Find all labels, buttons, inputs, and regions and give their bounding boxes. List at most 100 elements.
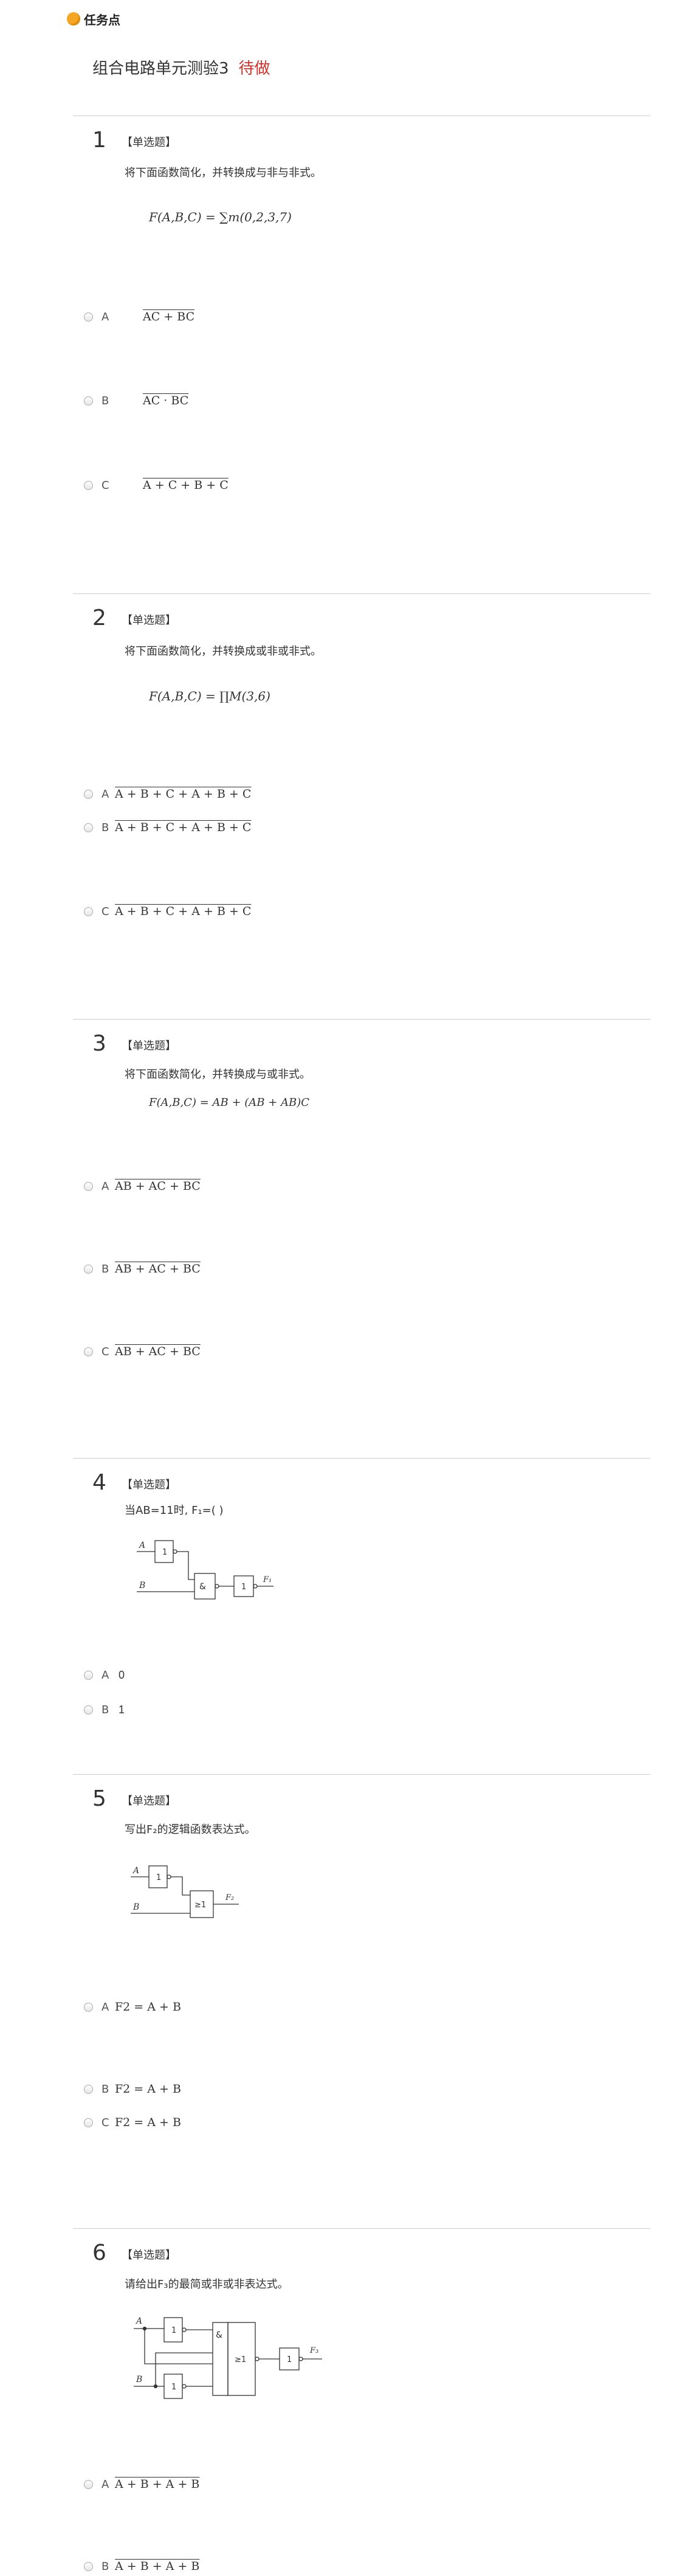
radio-button[interactable] <box>84 396 93 406</box>
option-a[interactable]: A A + B + A + B <box>84 2478 199 2491</box>
question-formula: F(A,B,C) = AB + (AB + AB)C <box>149 1096 309 1109</box>
circuit-label-a: A <box>138 1541 145 1550</box>
circuit-label-a: A <box>132 1866 139 1876</box>
option-c[interactable]: C A + C + B + C <box>84 478 229 492</box>
question-type: 【单选题】 <box>122 136 176 149</box>
test-title: 组合电路单元测验3 待做 <box>92 56 270 78</box>
question-number: 6 <box>92 2240 106 2265</box>
radio-button[interactable] <box>84 1347 93 1356</box>
logic-circuit-diagram: A B 1 1 & ≥1 1 F₃ <box>134 2316 322 2399</box>
question-number: 3 <box>92 1031 106 1056</box>
gate-label: 1 <box>241 1583 246 1592</box>
option-letter: B <box>101 821 109 834</box>
radio-button[interactable] <box>84 2561 93 2571</box>
option-value: A + B + A + B <box>115 2560 200 2573</box>
question-text: 写出F₂的逻辑函数表达式。 <box>125 1823 256 1836</box>
question-text: 将下面函数简化，并转换成或非或非式。 <box>125 645 321 658</box>
option-letter: B <box>101 1262 109 1276</box>
formula-text: F(A,B,C) = ∏M(3,6) <box>149 689 270 703</box>
option-c[interactable]: C AB + AC + BC <box>84 1345 201 1358</box>
option-letter: C <box>101 905 109 918</box>
radio-button[interactable] <box>84 789 93 799</box>
circuit-label-b: B <box>139 1581 145 1590</box>
option-value: AC + BC <box>143 310 195 323</box>
circuit-label-b: B <box>136 2375 142 2384</box>
formula-text: F(A,B,C) = AB + (AB + AB)C <box>149 1096 310 1109</box>
radio-button[interactable] <box>84 480 93 490</box>
radio-button[interactable] <box>84 1705 93 1714</box>
option-letter: A <box>101 310 109 323</box>
option-letter: C <box>101 2116 109 2129</box>
question-formula: F(A,B,C) = ∑m(0,2,3,7) <box>149 210 292 224</box>
option-letter: B <box>101 394 109 407</box>
gate-label: & <box>216 2330 222 2340</box>
question-formula: F(A,B,C) = ∏M(3,6) <box>149 689 270 703</box>
option-letter: A <box>101 1669 109 1682</box>
question-text: 将下面函数简化，并转换成与非与非式。 <box>125 167 321 179</box>
radio-button[interactable] <box>84 2118 93 2127</box>
radio-button[interactable] <box>84 2479 93 2489</box>
question-type: 【单选题】 <box>122 2249 176 2262</box>
option-letter: A <box>101 2478 109 2491</box>
option-b[interactable]: B F2 = A + B <box>84 2082 181 2096</box>
option-value: F2 = A + B <box>115 2000 181 2014</box>
option-a[interactable]: A AB + AC + BC <box>84 1179 201 1193</box>
radio-button[interactable] <box>84 906 93 916</box>
task-point-icon <box>67 12 80 26</box>
circuit-output-label: F₃ <box>309 2346 318 2355</box>
logic-circuit-diagram: A B 1 ≥1 F₂ <box>131 1865 239 1918</box>
option-a[interactable]: A 0 <box>84 1669 125 1682</box>
gate-label: ≥1 <box>194 1901 206 1910</box>
gate-label: 1 <box>287 2355 292 2364</box>
task-point-header: 任务点 <box>67 10 120 28</box>
option-b[interactable]: B 1 <box>84 1704 125 1716</box>
test-name: 组合电路单元测验3 <box>92 60 229 78</box>
question-text: 当AB=11时, F₁=( ) <box>125 1504 224 1517</box>
circuit-output-label: F₂ <box>225 1893 234 1902</box>
gate-label: & <box>199 1582 206 1592</box>
circuit-label-a: A <box>135 2316 142 2326</box>
gate-label: 1 <box>171 2326 176 2335</box>
option-a[interactable]: A AC + BC <box>84 310 194 323</box>
option-c[interactable]: C A + B + C + A + B + C <box>84 905 251 918</box>
question-text: 将下面函数简化，并转换成与或非式。 <box>125 1068 311 1081</box>
radio-button[interactable] <box>84 1181 93 1191</box>
option-a[interactable]: A F2 = A + B <box>84 2000 181 2014</box>
circuit-label-b: B <box>132 1902 139 1912</box>
question-type: 【单选题】 <box>122 1040 176 1052</box>
option-value: A + B + C + A + B + C <box>115 905 252 918</box>
question-text: 请给出F₃的最简或非或非表达式。 <box>125 2278 289 2291</box>
gate-label: ≥1 <box>235 2355 246 2364</box>
task-point-label: 任务点 <box>84 12 120 27</box>
option-b[interactable]: B A + B + A + B <box>84 2560 199 2573</box>
radio-button[interactable] <box>84 1671 93 1680</box>
option-value: AB + AC + BC <box>115 1262 201 1276</box>
option-b[interactable]: B A + B + C + A + B + C <box>84 821 251 834</box>
divider <box>73 1774 650 1775</box>
option-a[interactable]: A A + B + C + A + B + C <box>84 787 251 801</box>
radio-button[interactable] <box>84 1264 93 1274</box>
question-type: 【单选题】 <box>122 1795 176 1808</box>
option-c[interactable]: C F2 = A + B <box>84 2116 181 2129</box>
logic-circuit-diagram: A B 1 & 1 F₁ <box>137 1540 273 1600</box>
option-value: A + B + C + A + B + C <box>115 787 252 801</box>
divider <box>73 2228 650 2229</box>
radio-button[interactable] <box>84 312 93 322</box>
option-b[interactable]: B AB + AC + BC <box>84 1262 201 1276</box>
option-value: 1 <box>119 1704 125 1716</box>
option-letter: B <box>101 2082 109 2096</box>
option-b[interactable]: B AC · BC <box>84 394 188 407</box>
option-value: A + C + B + C <box>143 478 229 492</box>
option-letter: B <box>101 1704 109 1716</box>
option-letter: A <box>101 1179 109 1193</box>
option-letter: A <box>101 787 109 801</box>
question-type: 【单选题】 <box>122 614 176 627</box>
question-number: 1 <box>92 128 106 153</box>
option-value: F2 = A + B <box>115 2116 181 2129</box>
question-type: 【单选题】 <box>122 1479 176 1491</box>
option-letter: C <box>101 478 109 492</box>
radio-button[interactable] <box>84 2002 93 2012</box>
radio-button[interactable] <box>84 2084 93 2094</box>
question-number: 2 <box>92 606 106 630</box>
radio-button[interactable] <box>84 823 93 832</box>
